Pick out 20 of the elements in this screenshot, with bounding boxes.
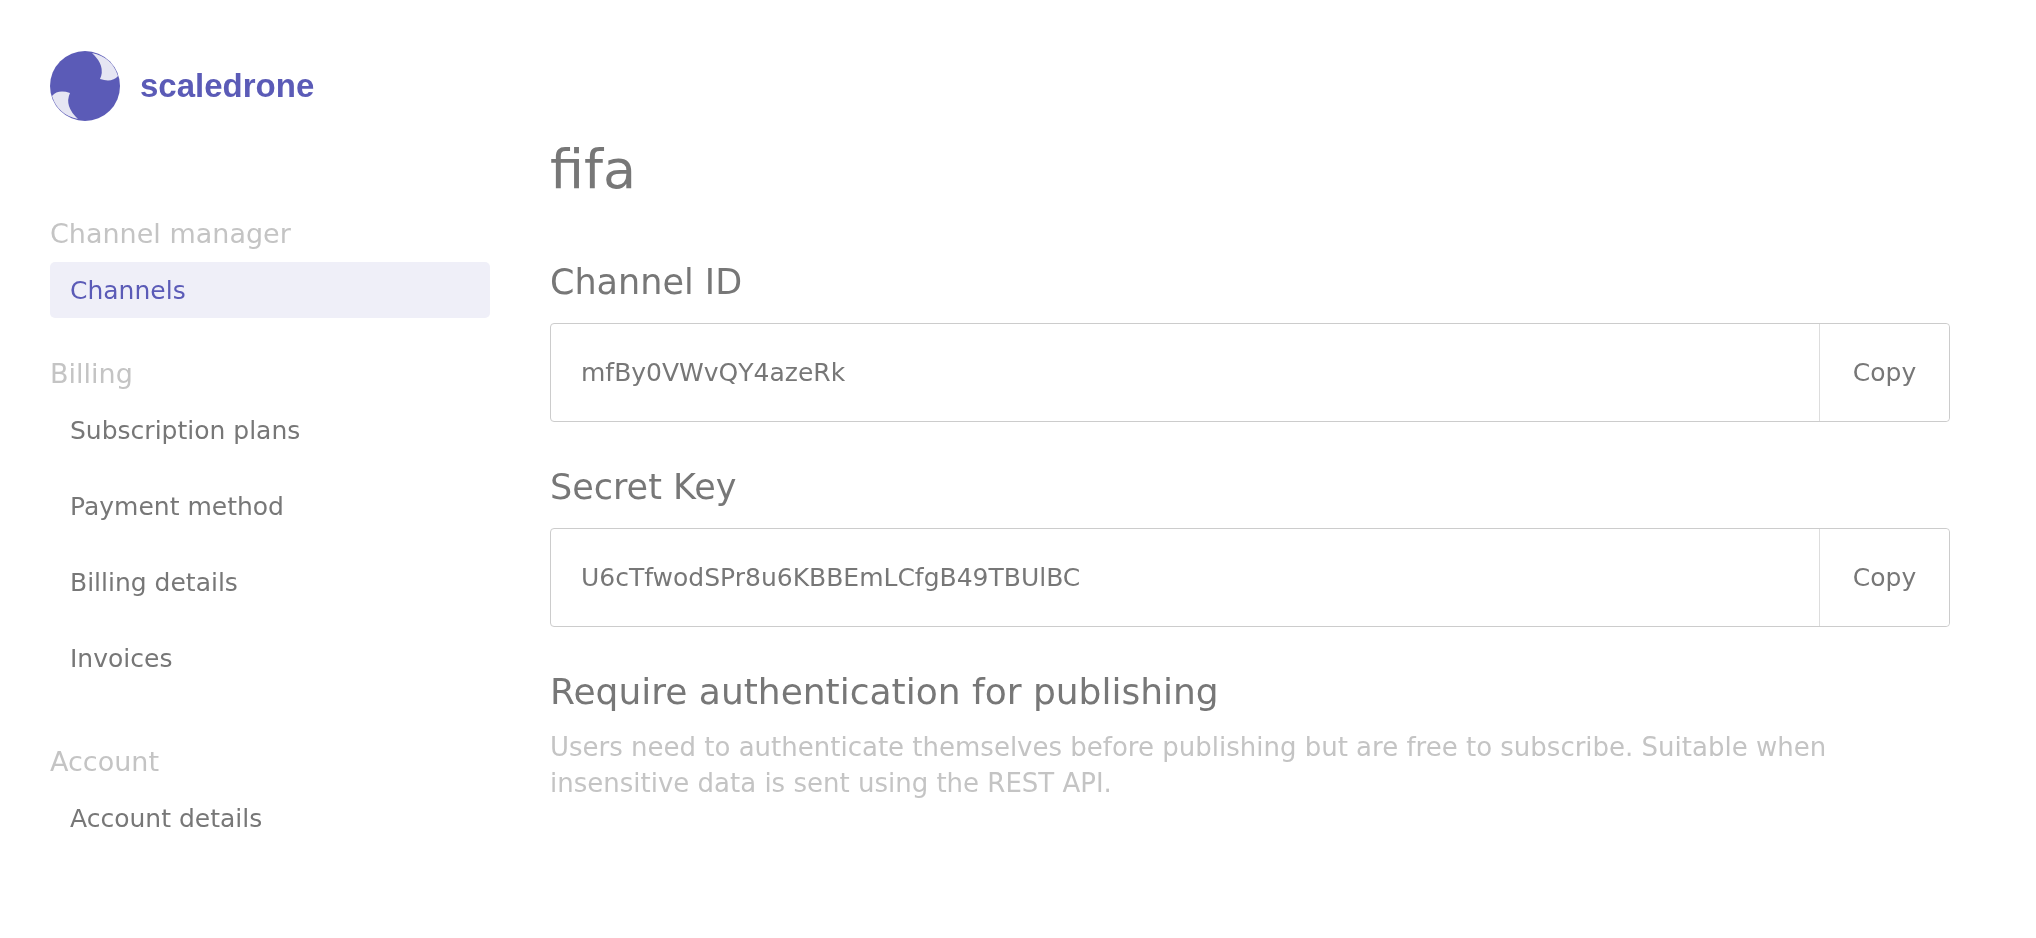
sidebar-heading: Account	[50, 744, 160, 779]
copy-button[interactable]: Copy	[1819, 324, 1949, 421]
sidebar-item[interactable]: Account details	[50, 790, 490, 846]
sidebar-item[interactable]: Channels	[50, 262, 490, 318]
setting-heading: Require authentication for publishing	[550, 670, 1220, 714]
logo-text: scaledrone	[140, 67, 315, 105]
field-label: Channel ID	[550, 261, 744, 304]
copy-button[interactable]: Copy	[1819, 529, 1949, 626]
sidebar-item[interactable]: Invoices	[50, 630, 490, 686]
key-field[interactable]: mfBy0VWvQY4azeRk Copy	[550, 323, 1950, 422]
logo-icon	[50, 51, 120, 121]
sidebar-item[interactable]: Billing details	[50, 554, 490, 610]
sidebar-item[interactable]: Payment method	[50, 478, 490, 534]
setting-description: Users need to authenticate themselves before publishing but are free to subscribe. Suitable when insensitive data is sent using the REST API.	[550, 731, 1828, 800]
sidebar-heading: Billing	[50, 356, 134, 391]
key-field[interactable]: U6cTfwodSPr8u6KBBEmLCfgB49TBUlBC Copy	[550, 528, 1950, 627]
field-label: Secret Key	[550, 466, 738, 509]
sidebar-heading: Channel manager	[50, 216, 292, 251]
sidebar-item[interactable]: Subscription plans	[50, 402, 490, 458]
page-title: fifa	[550, 137, 638, 203]
